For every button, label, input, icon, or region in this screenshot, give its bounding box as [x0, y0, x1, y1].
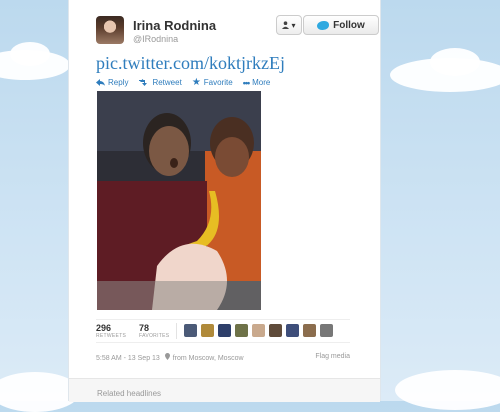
- tweet-meta: 5:58 AM - 13 Sep 13 from Moscow, Moscow …: [96, 353, 350, 362]
- photo-illustration: [97, 91, 261, 310]
- favorites-stat[interactable]: 78 FAVORITES: [139, 323, 169, 339]
- location[interactable]: from Moscow, Moscow: [173, 355, 244, 362]
- reply-icon: [96, 79, 105, 86]
- more-label: More: [252, 78, 271, 87]
- more-action[interactable]: ••• More: [243, 77, 271, 88]
- flag-media-link[interactable]: Flag media: [315, 353, 350, 360]
- favorite-icon: ★: [191, 77, 201, 88]
- timestamp[interactable]: 5:58 AM - 13 Sep 13: [96, 355, 160, 362]
- related-headlines-section: Related headlines: [69, 378, 380, 402]
- avatar[interactable]: [184, 324, 197, 337]
- favorite-label: Favorite: [203, 78, 233, 87]
- tweet-photo[interactable]: [97, 91, 261, 310]
- favorites-label: FAVORITES: [139, 333, 170, 339]
- user-handle[interactable]: @IRodnina: [133, 34, 178, 44]
- cloud-bottom-right: [395, 370, 500, 410]
- user-actions-button[interactable]: ▾: [276, 15, 302, 35]
- retweet-action[interactable]: Retweet: [138, 77, 182, 88]
- retweets-stat[interactable]: 296 RETWEETS: [96, 323, 126, 339]
- avatar[interactable]: [252, 324, 265, 337]
- tweet-card: Irina Rodnina @IRodnina ▾ Follow pic.twi…: [68, 0, 381, 402]
- retweet-icon: [139, 79, 148, 86]
- tweet-stats: 296 RETWEETS 78 FAVORITES: [96, 319, 350, 343]
- avatar[interactable]: [235, 324, 248, 337]
- tweet-media-link[interactable]: pic.twitter.com/koktjrkzEj: [96, 53, 285, 74]
- cloud-left-2: [10, 42, 50, 66]
- reply-label: Reply: [108, 78, 129, 87]
- user-icon: [282, 21, 290, 29]
- stats-divider: [176, 323, 177, 339]
- follow-label: Follow: [333, 19, 365, 31]
- retweet-label: Retweet: [152, 78, 182, 87]
- avatar[interactable]: [218, 324, 231, 337]
- reply-action[interactable]: Reply: [96, 77, 128, 88]
- location-icon: [164, 353, 170, 362]
- more-icon: •••: [242, 77, 251, 88]
- chevron-down-icon: ▾: [291, 20, 296, 30]
- tweet-actions: Reply Retweet ★ Favorite ••• More: [96, 77, 270, 88]
- favorite-action[interactable]: ★ Favorite: [192, 77, 233, 88]
- avatar[interactable]: [320, 324, 333, 337]
- avatar[interactable]: [96, 16, 124, 44]
- related-headlines-title: Related headlines: [97, 389, 162, 398]
- avatar[interactable]: [269, 324, 282, 337]
- avatar[interactable]: [303, 324, 316, 337]
- retweets-label: RETWEETS: [96, 333, 127, 339]
- twitter-bird-icon: [317, 20, 330, 30]
- favorites-count: 78: [139, 323, 150, 333]
- cloud-right-2: [430, 48, 480, 76]
- follow-button[interactable]: Follow: [303, 15, 379, 35]
- user-name[interactable]: Irina Rodnina: [133, 18, 216, 33]
- tweet-header: Irina Rodnina @IRodnina ▾ Follow: [96, 15, 379, 56]
- avatar[interactable]: [286, 324, 299, 337]
- avatar[interactable]: [201, 324, 214, 337]
- retweets-count: 296: [96, 323, 112, 333]
